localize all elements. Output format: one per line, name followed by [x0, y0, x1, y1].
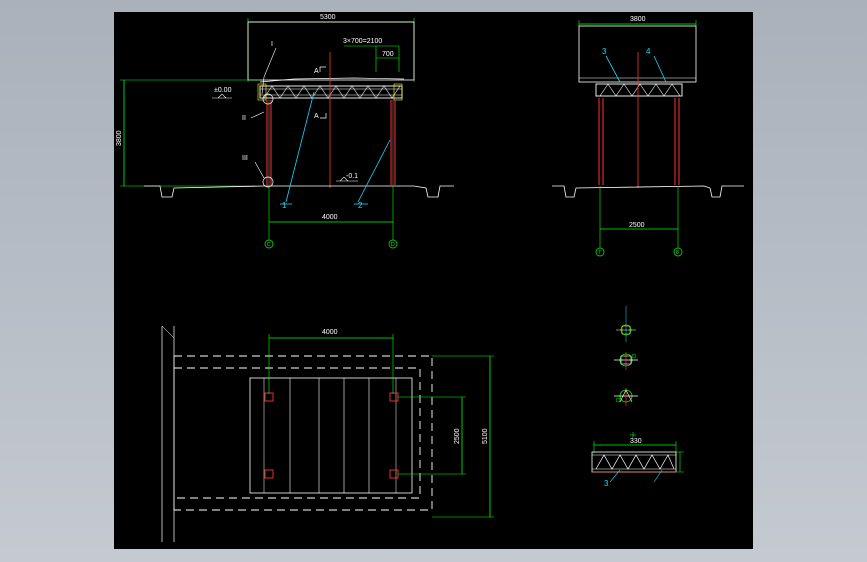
- axis-d: D: [391, 242, 395, 248]
- plan-view: 4000 2500 5100: [161, 325, 494, 542]
- detail-symbol-2: [614, 352, 638, 370]
- callout-3: 3: [602, 47, 607, 56]
- cad-viewport[interactable]: 5300 3×700=2100 700 A A I II III ±0.00 -…: [114, 12, 753, 549]
- level-ground: -0.1: [346, 173, 358, 180]
- dim-small: 700: [382, 51, 394, 58]
- dim-column-span-side: 2500: [629, 222, 645, 229]
- dim-plan-width: 2500: [454, 428, 461, 444]
- truss-detail: 330 3: [591, 432, 684, 488]
- detail-iii: III: [242, 155, 248, 162]
- axis-c: C: [267, 242, 271, 248]
- detail-i: I: [271, 41, 273, 48]
- dim-spacing: 3×700=2100: [343, 38, 382, 45]
- detail-ii: II: [242, 115, 246, 122]
- detail-symbol-3: [614, 388, 638, 406]
- cad-drawing: 5300 3×700=2100 700 A A I II III ±0.00 -…: [116, 14, 744, 542]
- section-a-top: A: [314, 68, 319, 75]
- dim-column-span-front: 4000: [322, 214, 338, 221]
- front-elevation: 5300 3×700=2100 700 A A I II III ±0.00 -…: [116, 14, 454, 249]
- callout-4: 4: [646, 47, 651, 56]
- dim-plan-columns: 4000: [322, 329, 338, 336]
- dim-height: 3800: [116, 130, 123, 146]
- axis-8: 8: [676, 250, 679, 256]
- dim-total-width-front: 5300: [320, 14, 336, 21]
- callout-2: 2: [358, 201, 363, 210]
- side-elevation: 3800 3 4 2500 7 8: [552, 16, 744, 257]
- detail-symbols: [614, 306, 638, 406]
- level-top: ±0.00: [214, 87, 232, 94]
- dim-total-width-side: 3800: [630, 16, 646, 23]
- truss-dim-top: 330: [630, 438, 642, 445]
- callout-1: 1: [282, 201, 287, 210]
- dim-plan-total: 5100: [482, 428, 489, 444]
- detail-symbol-1: [616, 306, 636, 342]
- truss-callout: 3: [604, 479, 609, 488]
- axis-7: 7: [598, 250, 601, 256]
- section-a-mid: A: [314, 113, 319, 120]
